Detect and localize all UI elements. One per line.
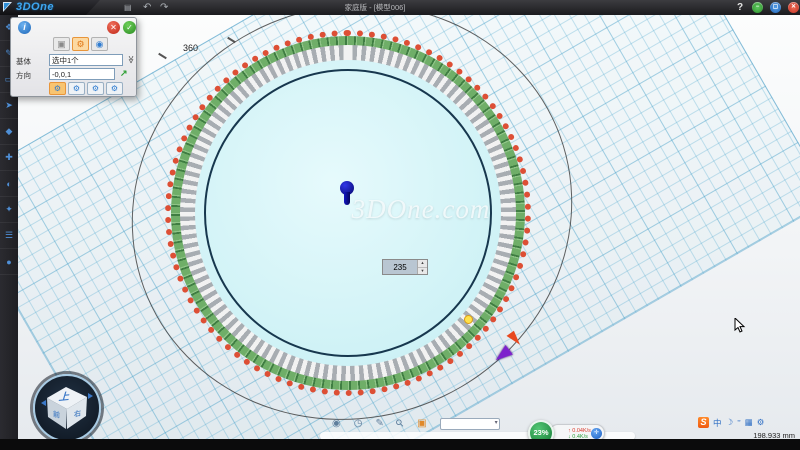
soft-keyboard-icon[interactable]: ▦ [745, 417, 753, 428]
sidebar-item-move[interactable]: ✚ [0, 145, 18, 171]
info-icon: i [18, 21, 31, 34]
maximize-button[interactable]: ▢ [770, 2, 781, 13]
visibility-icon[interactable]: ◉ [332, 417, 341, 431]
logo-block: 3DOne [0, 0, 100, 15]
magnifier-icon[interactable]: ⚲ [393, 416, 408, 431]
feature-dialog: i ✕ ✓ ▣ ⚙ ◉ 基体 选中1个 ≫ 方向 -0,0,1 ↗ ⚙ ⚙ ⚙ … [10, 17, 137, 97]
clock-icon[interactable]: ◷ [354, 417, 363, 431]
view-cube-front-label: 前 [53, 409, 60, 421]
toolbox-icon[interactable]: ⚙ [757, 417, 765, 428]
brush-icon[interactable]: ✎ [375, 417, 383, 431]
spin-down-icon[interactable]: ▼ [418, 268, 427, 275]
highlight-vertex [464, 315, 473, 324]
base-body-input[interactable]: 选中1个 [49, 54, 123, 66]
dimension-tick [158, 53, 167, 59]
watermark: 3DOne.com [326, 194, 516, 225]
network-tool-icon[interactable]: ✛ [591, 428, 602, 439]
value-spinner: ▲ ▼ [382, 259, 428, 275]
help-button[interactable]: ? [737, 0, 743, 15]
value-input[interactable] [383, 260, 417, 274]
mode-button-1-active[interactable]: ⚙ [49, 82, 66, 95]
undo-icon[interactable]: ↶ [143, 0, 151, 15]
cancel-button[interactable]: ✕ [107, 21, 120, 34]
dialog-tab-basic[interactable]: ▣ [53, 37, 70, 51]
direction-input[interactable]: -0,0,1 [49, 68, 115, 80]
redo-icon[interactable]: ↷ [160, 0, 168, 15]
app-logo-text: 3DOne [16, 1, 54, 13]
sidebar-item-assembly[interactable]: ◆ [0, 119, 18, 145]
minimize-button[interactable]: − [752, 2, 763, 13]
sogou-logo-icon[interactable]: S [698, 417, 709, 428]
base-body-label: 基体 [16, 56, 31, 67]
rotate-right-arrow-icon[interactable] [88, 393, 93, 399]
sidebar-item-render[interactable]: ● [0, 249, 18, 275]
expand-chevron-icon[interactable]: ≫ [127, 55, 136, 63]
spin-up-icon[interactable]: ▲ [418, 260, 427, 268]
material-box-icon[interactable]: ▣ [417, 417, 426, 431]
mode-button-4[interactable]: ⚙ [106, 82, 123, 95]
mode-button-3[interactable]: ⚙ [87, 82, 104, 95]
sidebar-item-constraint[interactable]: ◐ [0, 171, 18, 197]
sidebar-item-list[interactable]: ☰ [0, 223, 18, 249]
dropdown-arrow-icon: ▾ [495, 419, 498, 426]
title-bar: 3DOne ▤ ↶ ↷ 家庭版 - [模型006] ? − ▢ ✕ [0, 0, 800, 15]
app-logo-flag-icon [3, 2, 12, 12]
bottom-dock: ◉ ◷ ✎ ⚲ ▣ ▾ [332, 416, 500, 431]
view-cube-right-label: 右 [74, 408, 81, 420]
dimension-label: 360 [183, 43, 198, 53]
dialog-tab-sphere[interactable]: ◉ [91, 37, 108, 51]
window-title: 家庭版 - [模型006] [285, 0, 465, 15]
dock-dropdown[interactable]: ▾ [440, 418, 500, 430]
spinner-buttons: ▲ ▼ [417, 260, 427, 274]
punctuation-icon[interactable]: ’’ [737, 418, 741, 428]
network-speed-pill: ↑ 0.04K/s ↓ 0.4K/s ✛ [549, 424, 605, 439]
memory-percent-ball[interactable]: 23% [528, 420, 554, 439]
dialog-tab-gear-active[interactable]: ⚙ [72, 37, 89, 51]
confirm-button[interactable]: ✓ [123, 21, 136, 34]
mouse-cursor [734, 318, 746, 334]
direction-pick-icon[interactable]: ↗ [120, 68, 128, 79]
view-cube[interactable]: 上 前 右 [31, 372, 103, 439]
save-icon[interactable]: ▤ [124, 0, 132, 15]
chinese-mode-icon[interactable]: 中 [713, 417, 722, 429]
close-button[interactable]: ✕ [788, 2, 799, 13]
halfwidth-moon-icon[interactable]: ☽ [726, 417, 734, 428]
center-pin-stem [344, 192, 350, 205]
input-method-bar: S 中 ☽ ’’ ▦ ⚙ [698, 416, 764, 429]
bottom-strip [0, 439, 800, 450]
sidebar-item-material[interactable]: ✦ [0, 197, 18, 223]
rotate-left-arrow-icon[interactable] [41, 400, 46, 406]
direction-label: 方向 [16, 70, 31, 81]
measurement-readout: 198.933 mm [753, 431, 795, 439]
mode-button-2[interactable]: ⚙ [68, 82, 85, 95]
